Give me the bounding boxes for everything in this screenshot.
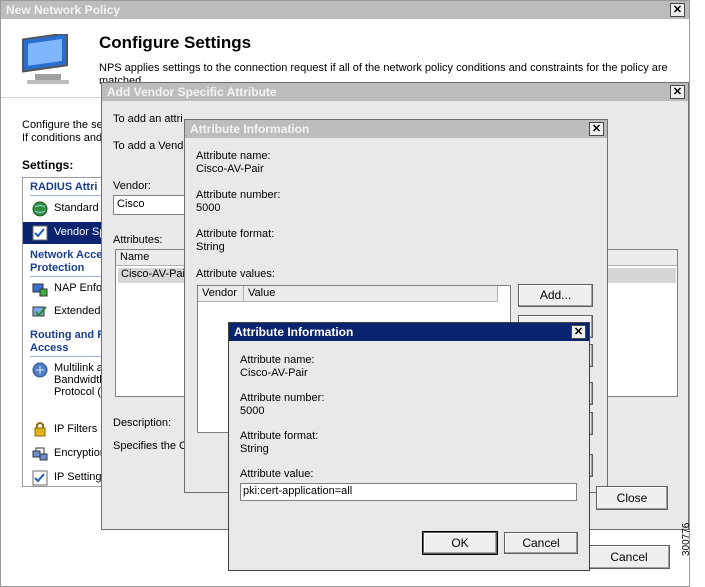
nav-item-extended-state[interactable]: Extended [23, 302, 111, 322]
back-format-label: Attribute format: [196, 228, 275, 240]
value-column-header[interactable]: Value [244, 286, 498, 302]
front-number-label: Attribute number: [240, 392, 325, 404]
vendor-close-button[interactable]: Close [596, 486, 668, 510]
nav-group-nap-line2: Protection [30, 262, 85, 274]
attribute-info-dialog-front: Attribute Information ✕ Attribute name: … [228, 322, 590, 571]
nav-item-vendor-label: Vendor Sp [54, 226, 106, 238]
main-cancel-label: Cancel [610, 550, 648, 564]
vendor-column-label: Vendor [202, 287, 237, 299]
nav-item-ip-filters-label: IP Filters [54, 423, 98, 435]
nav-item-nap-label: NAP Enfo [54, 282, 103, 294]
nav-item-multilink-line3: Protocol (I [54, 386, 105, 398]
ip-settings-icon [32, 470, 48, 486]
attr-info-back-close-icon[interactable]: ✕ [589, 122, 604, 136]
vendor-select[interactable]: Cisco [113, 195, 193, 215]
nav-group-routing-line2: Access [30, 342, 69, 354]
nav-group-radius: RADIUS Attri [30, 181, 98, 193]
monitor-icon [22, 34, 69, 84]
globe-icon [32, 201, 48, 217]
front-name-label: Attribute name: [240, 354, 315, 366]
back-number-label: Attribute number: [196, 189, 281, 201]
settings-nav-panel: RADIUS Attri Standard Vendor Sp Network … [22, 177, 112, 487]
nav-group-nap: Network Acce Protection [30, 249, 102, 275]
extended-state-icon [32, 306, 47, 317]
attr-info-back-title: Attribute Information [190, 122, 310, 136]
nav-item-nap-enforcement[interactable]: NAP Enfo [23, 279, 111, 299]
attribute-value-input[interactable]: pki:cert-application=all [240, 483, 577, 501]
settings-label: Settings: [22, 158, 74, 172]
list-item-label: Cisco-AV-Pai [121, 268, 185, 280]
ok-button-label: OK [451, 536, 469, 550]
attributes-name-header-label: Name [120, 251, 150, 263]
main-window-title: New Network Policy [6, 3, 121, 17]
front-format-value: String [240, 443, 269, 455]
nav-item-ip-settings-label: IP Setting [54, 471, 102, 483]
vendor-dialog-title: Add Vendor Specific Attribute [107, 85, 277, 99]
value-column-label: Value [248, 287, 276, 299]
cancel-button-label: Cancel [522, 536, 560, 550]
encryption-icon [32, 447, 48, 461]
attr-info-front-title-bar[interactable]: Attribute Information [229, 323, 589, 341]
description-text: Specifies the C [113, 440, 187, 452]
configure-text-2: If conditions and [22, 132, 103, 144]
nav-item-encryption-label: Encryption [54, 447, 106, 459]
add-button[interactable]: Add... [518, 284, 593, 307]
back-name-label: Attribute name: [196, 150, 271, 162]
nav-item-extended-label: Extended [54, 305, 101, 317]
nav-group-routing: Routing and R Access [30, 329, 105, 355]
back-values-label: Attribute values: [196, 268, 275, 280]
main-title-bar[interactable]: New Network Policy [1, 1, 689, 19]
front-name-value: Cisco-AV-Pair [240, 367, 308, 379]
nav-item-standard-label: Standard [54, 202, 99, 214]
nav-group-nap-line1: Network Acce [30, 249, 103, 261]
back-number-value: 5000 [196, 202, 221, 214]
attr-info-back-title-bar[interactable]: Attribute Information [185, 120, 607, 138]
attributes-label: Attributes: [113, 234, 163, 246]
nav-item-multilink-line2: Bandwidth [54, 374, 106, 386]
nap-icon [32, 283, 48, 297]
back-format-value: String [196, 241, 225, 253]
lock-icon [34, 422, 46, 437]
attr-info-front-close-icon[interactable]: ✕ [571, 325, 586, 339]
main-close-button[interactable]: ✕ [670, 3, 685, 17]
nav-group-routing-line1: Routing and R [30, 329, 106, 341]
checklist-icon [32, 225, 48, 241]
configure-text-1: Configure the set [22, 119, 106, 131]
page-title: Configure Settings [99, 33, 252, 52]
nav-item-standard[interactable]: Standard [23, 198, 111, 220]
nav-item-ip-settings[interactable]: IP Setting [23, 468, 111, 486]
attributes-name-header[interactable]: Name [116, 250, 186, 266]
add-button-label: Add... [539, 288, 572, 302]
policy-description: NPS applies settings to the connection r… [99, 62, 668, 84]
vendor-close-label: Close [616, 491, 648, 505]
ok-button[interactable]: OK [422, 531, 498, 555]
nav-item-vendor-specific[interactable]: Vendor Sp [23, 222, 111, 244]
vendor-dialog-title-bar[interactable]: Add Vendor Specific Attribute [102, 83, 688, 101]
front-format-label: Attribute format: [240, 430, 319, 442]
nav-item-encryption[interactable]: Encryption [23, 444, 111, 464]
vendor-label: Vendor: [113, 180, 151, 192]
nav-item-ip-filters[interactable]: IP Filters [23, 420, 111, 440]
attr-info-front-title: Attribute Information [234, 325, 354, 339]
front-number-value: 5000 [240, 405, 265, 417]
nav-item-multilink-line1: Multilink a [54, 362, 103, 374]
figure-number: 300776 [681, 522, 692, 556]
back-name-value: Cisco-AV-Pair [196, 163, 264, 175]
nav-item-multilink[interactable]: Multilink a Bandwidth Protocol (I [23, 360, 111, 402]
vendor-instruction-1: To add an attri [113, 113, 183, 125]
front-value-label: Attribute value: [240, 468, 314, 480]
vendor-instruction-2: To add a Vend [113, 140, 184, 152]
multilink-icon [32, 362, 48, 378]
vendor-dialog-close-icon[interactable]: ✕ [670, 85, 685, 99]
description-label: Description: [113, 417, 172, 429]
main-cancel-button[interactable]: Cancel [588, 545, 670, 569]
vendor-column-header[interactable]: Vendor [198, 286, 244, 302]
cancel-button[interactable]: Cancel [504, 532, 578, 554]
